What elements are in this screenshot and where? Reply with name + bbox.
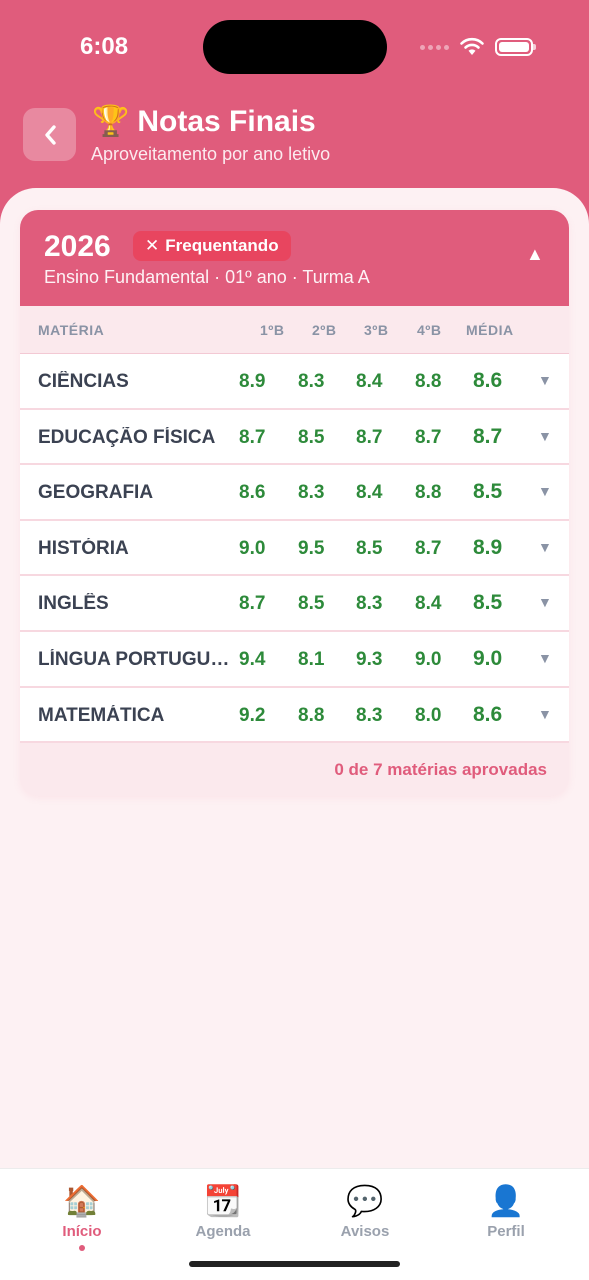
battery-icon [495,38,536,56]
subject-name: EDUCAÇÃO FÍSICA [38,426,216,448]
grade-b4: 8.7 [415,426,442,448]
tab-inicio[interactable]: 🏠 Início [32,1185,132,1251]
subject-name: HISTÓRIA [38,537,129,559]
grade-b3: 8.4 [356,482,383,504]
cellular-signal-icon [420,44,449,50]
column-header-b1: 1ºB [260,322,285,338]
expand-icon[interactable]: ▼ [538,706,552,722]
close-icon: ✕ [145,236,160,255]
page-subtitle: Aproveitamento por ano letivo [91,144,331,164]
subject-row[interactable]: LÍNGUA PORTUGUESA 9.4 8.1 9.3 9.0 9.0 ▼ [20,631,569,688]
active-tab-indicator [79,1245,85,1251]
column-header-average: MÉDIA [466,322,514,338]
year-label: 2026 [44,230,111,263]
page-title: Notas Finais [137,105,316,138]
trophy-icon: 🏆 [92,105,130,138]
year-card-header[interactable]: 2026 ✕ Frequentando Ensino Fundamental ·… [20,210,569,306]
year-card: 2026 ✕ Frequentando Ensino Fundamental ·… [20,210,569,796]
grade-average: 8.5 [473,480,503,504]
grade-b3: 8.4 [356,371,383,392]
grade-b2: 8.3 [298,482,325,504]
tab-label: Agenda [195,1223,251,1240]
chevron-left-icon [44,124,56,145]
subject-name: LÍNGUA PORTUGUESA [38,648,233,670]
grade-b2: 8.3 [298,371,325,392]
grade-b3: 8.3 [356,593,383,615]
class-info: Ensino Fundamental · 01º ano · Turma A [44,267,370,287]
grade-average: 9.0 [473,646,503,670]
grade-b1: 8.6 [239,482,266,504]
subject-row[interactable]: GEOGRAFIA 8.6 8.3 8.4 8.8 8.5 ▼ [20,465,569,521]
grade-b4: 9.0 [415,648,442,670]
grade-b1: 9.4 [239,648,266,670]
grade-b2: 8.8 [298,704,325,726]
status-badge-label: Frequentando [165,236,279,255]
column-header-b4: 4ºB [417,322,442,338]
grade-b2: 8.5 [298,426,325,448]
expand-icon[interactable]: ▼ [538,650,552,666]
column-header-subject: MATÉRIA [38,322,105,338]
grade-b4: 8.0 [415,704,442,726]
grade-b2: 8.1 [298,648,325,670]
subject-name: INGLÊS [38,593,109,615]
tab-label: Perfil [487,1223,525,1240]
grade-b4: 8.7 [415,537,442,559]
subject-row[interactable]: INGLÊS 8.7 8.5 8.3 8.4 8.5 ▼ [20,576,569,632]
wifi-icon [460,37,484,55]
grade-average: 8.6 [473,369,503,392]
status-time: 6:08 [80,33,129,60]
speech-bubble-icon: 💬 [346,1185,384,1218]
expand-icon[interactable]: ▼ [538,539,552,555]
grade-b3: 8.7 [356,426,383,448]
user-icon: 👤 [487,1185,525,1218]
grade-b1: 8.7 [239,593,266,615]
back-button[interactable] [23,108,76,161]
grade-b4: 8.8 [415,371,442,392]
grade-average: 8.5 [473,591,503,615]
tab-label: Avisos [340,1223,390,1240]
grade-b2: 9.5 [298,537,325,559]
grade-average: 8.7 [473,424,503,448]
grade-b1: 9.2 [239,704,266,726]
subject-list: CIÊNCIAS 8.9 8.3 8.4 8.8 8.6 ▼ EDUCAÇÃO … [20,354,569,744]
collapse-icon[interactable]: ▲ [526,244,544,265]
grade-b4: 8.8 [415,482,442,504]
subject-name: MATEMÁTICA [38,704,165,726]
calendar-icon: 📆 [204,1185,242,1218]
grade-b3: 8.3 [356,704,383,726]
home-icon: 🏠 [63,1185,101,1218]
grade-average: 8.6 [473,702,503,726]
expand-icon[interactable]: ▼ [538,428,552,444]
column-header-b2: 2ºB [312,322,337,338]
table-header: MATÉRIA 1ºB 2ºB 3ºB 4ºB MÉDIA [20,306,569,354]
subject-row[interactable]: CIÊNCIAS 8.9 8.3 8.4 8.8 8.6 ▼ [20,354,569,410]
grade-b3: 9.3 [356,648,383,670]
dynamic-island [203,20,387,74]
grade-b2: 8.5 [298,593,325,615]
grade-average: 8.9 [473,535,503,559]
status-icons [420,34,536,60]
column-header-b3: 3ºB [364,322,389,338]
grade-b1: 8.7 [239,426,266,448]
status-badge: ✕ Frequentando [133,231,291,261]
subject-row[interactable]: EDUCAÇÃO FÍSICA 8.7 8.5 8.7 8.7 8.7 ▼ [20,409,569,466]
grade-b4: 8.4 [415,593,442,615]
grade-b3: 8.5 [356,537,383,559]
tab-perfil[interactable]: 👤 Perfil [456,1185,556,1240]
subject-row[interactable]: HISTÓRIA 9.0 9.5 8.5 8.7 8.9 ▼ [20,520,569,577]
grade-b1: 8.9 [239,371,266,392]
tab-label: Início [62,1223,102,1240]
expand-icon[interactable]: ▼ [538,372,552,388]
tab-agenda[interactable]: 📆 Agenda [173,1185,273,1240]
grade-b1: 9.0 [239,537,266,559]
subject-name: GEOGRAFIA [38,482,154,504]
expand-icon[interactable]: ▼ [538,594,552,610]
home-indicator [189,1261,400,1267]
tab-avisos[interactable]: 💬 Avisos [315,1185,415,1240]
expand-icon[interactable]: ▼ [538,483,552,499]
subject-row[interactable]: MATEMÁTICA 9.2 8.8 8.3 8.0 8.6 ▼ [20,687,569,744]
page-title-row: 🏆 Notas Finais [92,105,316,139]
subject-name: CIÊNCIAS [38,371,129,392]
approval-summary: 0 de 7 matérias aprovadas [334,760,547,779]
